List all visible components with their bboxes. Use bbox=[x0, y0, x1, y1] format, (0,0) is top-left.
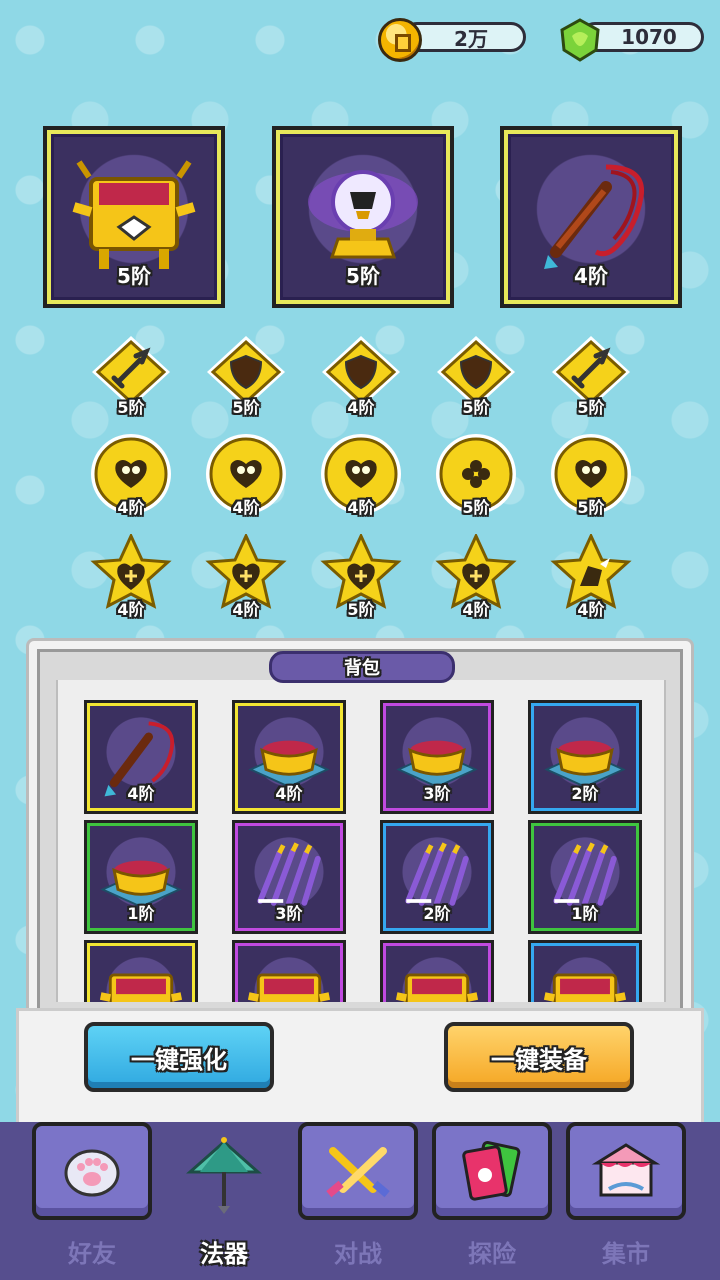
gem-level: 5阶 bbox=[577, 498, 605, 517]
nav-label-friends: 好友 bbox=[68, 1240, 116, 1268]
tab-explore[interactable] bbox=[432, 1122, 552, 1220]
backpack-item[interactable]: 4阶 bbox=[232, 700, 346, 814]
backpack-item[interactable]: 3阶 bbox=[380, 700, 494, 814]
backpack-grid[interactable]: 4阶 4阶 3阶 2阶 1阶 3阶 2阶 1阶 bbox=[56, 680, 666, 1002]
equipped-level: 5阶 bbox=[117, 264, 151, 288]
gem-level: 5阶 bbox=[232, 398, 260, 417]
tab-artifacts[interactable] bbox=[176, 1126, 272, 1222]
umbrella-icon bbox=[186, 1137, 262, 1214]
backpack-item-level: 2阶 bbox=[423, 904, 451, 923]
gem-slot[interactable]: 4阶 bbox=[88, 532, 174, 620]
backpack-item-level: 4阶 bbox=[275, 784, 303, 803]
gem-slot[interactable]: 4阶 bbox=[318, 332, 404, 418]
equip-all-button[interactable]: 一键装备 bbox=[444, 1022, 634, 1092]
crossed-swords-icon bbox=[326, 1147, 390, 1198]
gem-slot[interactable]: 5阶 bbox=[433, 432, 519, 518]
gem-icon bbox=[560, 18, 600, 62]
gem-slot[interactable]: 5阶 bbox=[433, 332, 519, 418]
backpack-item[interactable]: 4阶 bbox=[84, 700, 198, 814]
coin-icon bbox=[378, 18, 422, 62]
whip-icon bbox=[544, 164, 645, 269]
equipped-slot-3[interactable]: 4阶 bbox=[500, 126, 682, 308]
gem-slot[interactable]: 5阶 bbox=[88, 332, 174, 418]
trophy-orb-icon bbox=[308, 170, 418, 259]
backpack-item[interactable] bbox=[232, 940, 346, 1002]
gem-slot[interactable]: 4阶 bbox=[433, 532, 519, 620]
backpack-item-level: 4阶 bbox=[127, 784, 155, 803]
coin-counter: 2万 bbox=[378, 18, 528, 62]
backpack-item-level: 2阶 bbox=[571, 784, 599, 803]
gem-level: 4阶 bbox=[117, 498, 145, 517]
gem-level: 5阶 bbox=[462, 498, 490, 517]
gem-slot[interactable]: 4阶 bbox=[318, 432, 404, 518]
nav-label-artifacts: 法器 bbox=[200, 1240, 248, 1268]
gem-level: 4阶 bbox=[577, 600, 605, 619]
gem-level: 4阶 bbox=[347, 398, 375, 417]
golden-cauldron-icon bbox=[247, 973, 331, 1002]
gem-level: 5阶 bbox=[577, 398, 605, 417]
gem-slot[interactable]: 4阶 bbox=[203, 432, 289, 518]
backpack-item[interactable] bbox=[528, 940, 642, 1002]
gem-slot[interactable]: 5阶 bbox=[548, 432, 634, 518]
enhance-all-button[interactable]: 一键强化 bbox=[84, 1022, 274, 1092]
gem-level: 4阶 bbox=[232, 498, 260, 517]
backpack-item-level: 3阶 bbox=[423, 784, 451, 803]
golden-cauldron-icon bbox=[99, 973, 183, 1002]
tab-market[interactable] bbox=[566, 1122, 686, 1220]
golden-cauldron-icon bbox=[543, 973, 627, 1002]
nav-label-explore: 探险 bbox=[468, 1240, 516, 1268]
backpack-item[interactable]: 3阶 bbox=[232, 820, 346, 934]
gem-level: 4阶 bbox=[462, 600, 490, 619]
backpack-item-level: 3阶 bbox=[275, 904, 303, 923]
gem-slot[interactable]: 5阶 bbox=[203, 332, 289, 418]
cards-icon bbox=[462, 1141, 521, 1201]
backpack-item[interactable] bbox=[380, 940, 494, 1002]
gem-level: 4阶 bbox=[347, 498, 375, 517]
tab-battle[interactable] bbox=[298, 1122, 418, 1220]
gem-level: 5阶 bbox=[347, 600, 375, 619]
backpack-item-level: 1阶 bbox=[127, 904, 155, 923]
gem-slot[interactable]: 5阶 bbox=[548, 332, 634, 418]
tab-friends[interactable] bbox=[32, 1122, 152, 1220]
backpack-item-level: 1阶 bbox=[571, 904, 599, 923]
backpack-item[interactable]: 2阶 bbox=[380, 820, 494, 934]
backpack-title: 背包 bbox=[269, 651, 455, 683]
gem-level: 4阶 bbox=[232, 600, 260, 619]
gem-level: 4阶 bbox=[117, 600, 145, 619]
backpack-item[interactable] bbox=[84, 940, 198, 1002]
gem-level: 5阶 bbox=[117, 398, 145, 417]
equipped-slot-1[interactable]: 5阶 bbox=[43, 126, 225, 308]
gem-level: 5阶 bbox=[462, 398, 490, 417]
paw-icon bbox=[64, 1149, 120, 1197]
backpack-item[interactable]: 2阶 bbox=[528, 700, 642, 814]
gem-counter: 1070 bbox=[556, 18, 706, 62]
market-tent-icon bbox=[591, 1143, 661, 1197]
nav-label-market: 集市 bbox=[602, 1240, 650, 1268]
gem-slot[interactable]: 5阶 bbox=[318, 532, 404, 620]
equipped-level: 5阶 bbox=[346, 264, 380, 288]
equipped-level: 4阶 bbox=[574, 264, 608, 288]
equipped-slot-2[interactable]: 5阶 bbox=[272, 126, 454, 308]
gem-slot[interactable]: 4阶 bbox=[548, 532, 634, 620]
gem-slot[interactable]: 4阶 bbox=[88, 432, 174, 518]
golden-cauldron-icon bbox=[395, 973, 479, 1002]
backpack-item[interactable]: 1阶 bbox=[528, 820, 642, 934]
golden-cauldron-icon bbox=[72, 160, 196, 269]
gem-slot[interactable]: 4阶 bbox=[203, 532, 289, 620]
nav-label-battle: 对战 bbox=[334, 1240, 382, 1268]
backpack-item[interactable]: 1阶 bbox=[84, 820, 198, 934]
